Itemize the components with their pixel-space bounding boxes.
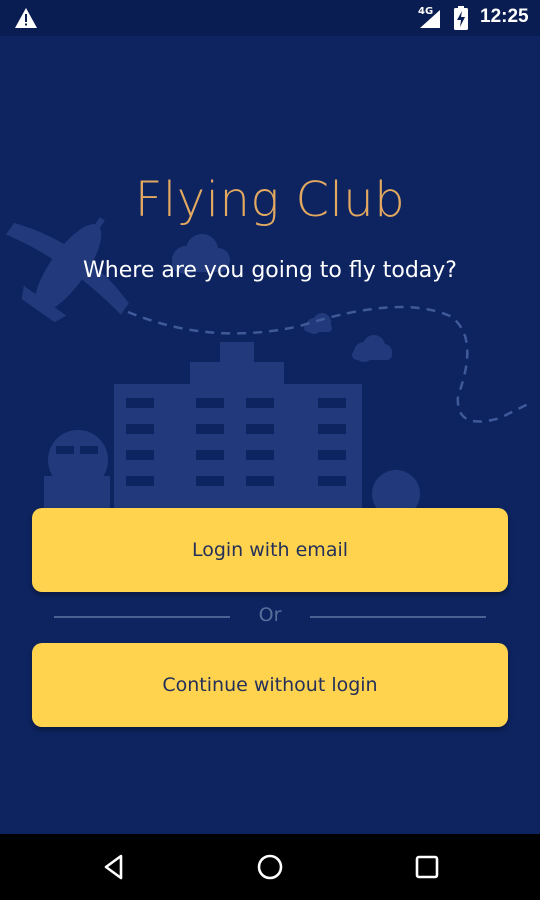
app-title: Flying Club: [134, 172, 406, 228]
cellular-signal-icon: [420, 10, 440, 28]
warning-icon: [15, 8, 37, 28]
or-label: Or: [258, 604, 282, 626]
login-with-email-label: Login with email: [191, 539, 349, 561]
login-with-email-button[interactable]: Login with email: [32, 508, 508, 592]
or-divider: Or: [54, 602, 486, 630]
divider-line-right: [310, 616, 486, 618]
status-bar: 4G 12:25: [0, 0, 540, 36]
home-icon[interactable]: [253, 850, 287, 884]
back-icon[interactable]: [97, 850, 131, 884]
cloud-icon: [352, 335, 392, 362]
recents-icon[interactable]: [410, 850, 444, 884]
continue-without-login-button[interactable]: Continue without login: [32, 643, 508, 727]
screen: 4G 12:25 Flying Club Where are you going…: [0, 0, 540, 900]
battery-charging-icon: [454, 6, 468, 30]
tagline: Where are you going to fly today?: [83, 258, 457, 283]
status-clock: 12:25: [480, 6, 529, 27]
navigation-bar: [0, 834, 540, 900]
continue-without-login-label: Continue without login: [162, 674, 378, 696]
